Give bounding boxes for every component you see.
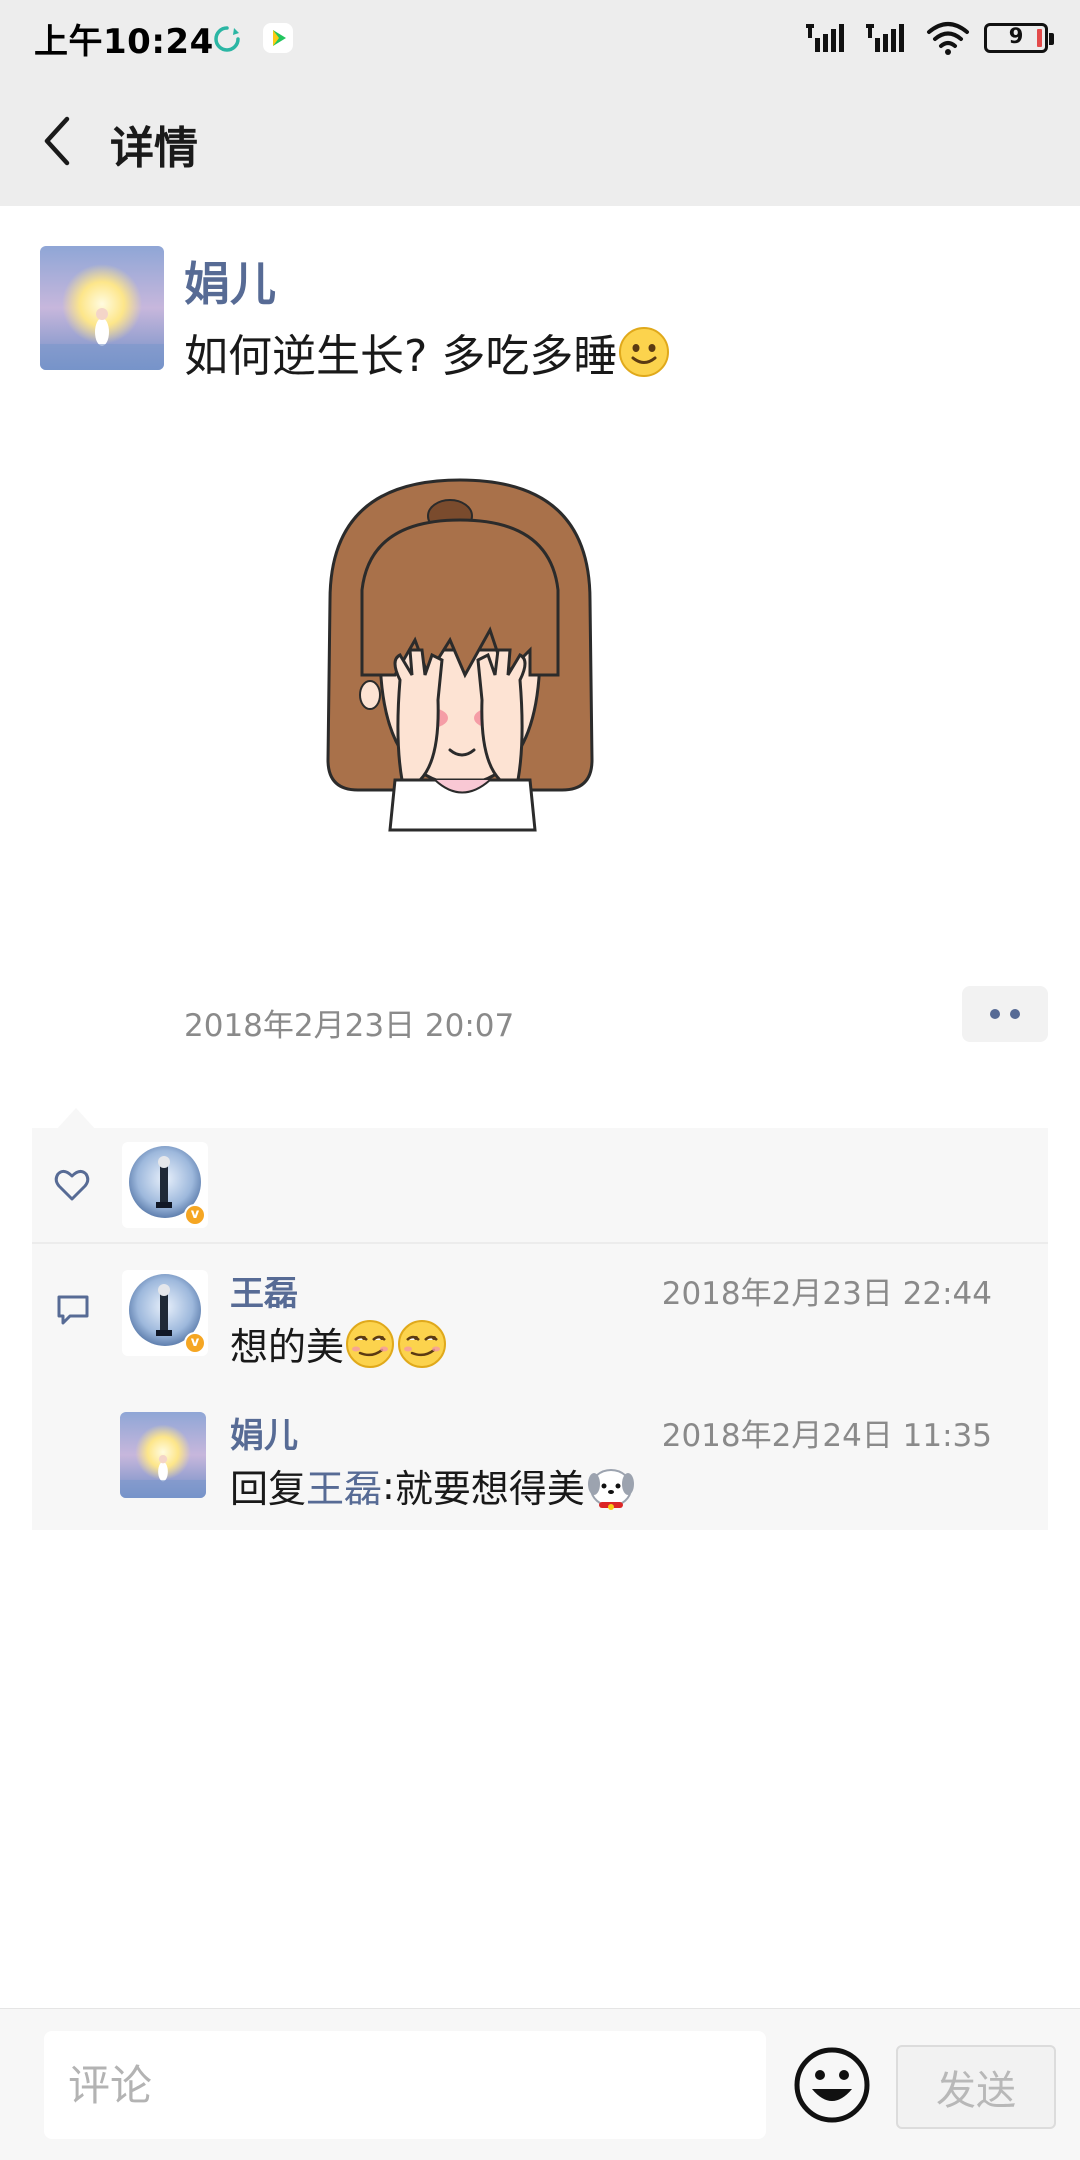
- post-author-name[interactable]: 娟儿: [184, 248, 276, 314]
- battery-level: 9: [1008, 24, 1024, 48]
- more-button[interactable]: [962, 986, 1048, 1042]
- post-text-content: 如何逆生长? 多吃多睡: [184, 331, 618, 382]
- panel-arrow: [56, 1108, 96, 1130]
- send-button[interactable]: 发送: [896, 2045, 1056, 2129]
- reply-separator: :: [382, 1463, 395, 1508]
- header: 详情: [0, 76, 1080, 206]
- status-time: 上午10:24: [34, 22, 214, 62]
- post-time: 2018年2月23日 20:07: [184, 1008, 515, 1044]
- sync-icon: [214, 26, 240, 52]
- page: 上午10:24 9 详情 娟儿 如何逆生长? 多吃多睡 2018年2月23日 2…: [0, 0, 1080, 2160]
- two-dots-icon: [990, 1009, 1000, 1019]
- interaction-panel: v v 王磊 2018年2月23日 22:44 想的美 娟儿 2018年2月24…: [32, 1128, 1048, 1530]
- two-dots-icon: [1010, 1009, 1020, 1019]
- smirk-emoji: [346, 1319, 395, 1368]
- verified-badge-icon: v: [184, 1204, 206, 1226]
- panel-divider: [32, 1242, 1048, 1244]
- signal-icon: [806, 24, 844, 52]
- emoji-button[interactable]: [792, 2045, 872, 2125]
- comment-avatar[interactable]: v: [122, 1270, 208, 1356]
- battery-icon: 9: [984, 23, 1054, 53]
- reply-to-user[interactable]: 王磊: [306, 1458, 382, 1513]
- comment-avatar[interactable]: [120, 1412, 206, 1498]
- smile-emoji: [619, 327, 670, 377]
- avatar-image: [120, 1412, 206, 1498]
- comment-text: 想的美: [230, 1316, 448, 1371]
- signal-icon: [866, 24, 904, 52]
- likes-row: v: [32, 1128, 1048, 1242]
- comment-bubble-icon: [57, 1295, 89, 1325]
- page-title: 详情: [110, 123, 198, 174]
- comment-input-bar: 发送: [0, 2008, 1080, 2160]
- comment-author[interactable]: 王磊: [230, 1266, 298, 1315]
- wifi-icon: [927, 22, 969, 55]
- chevron-left-icon: [44, 116, 70, 166]
- status-bar: 上午10:24 9: [0, 0, 1080, 76]
- comment-text-content: 就要想得美: [394, 1467, 585, 1511]
- post-author-avatar[interactable]: [40, 246, 164, 370]
- avatar-image: [40, 246, 164, 370]
- comment-input[interactable]: [44, 2031, 766, 2139]
- post-image[interactable]: [300, 460, 620, 860]
- reply-prefix: 回复: [230, 1467, 307, 1511]
- smirk-emoji: [398, 1319, 447, 1368]
- back-button[interactable]: [30, 106, 82, 176]
- comment-text: 回复 王磊: 就要想得美: [230, 1458, 637, 1513]
- post-text: 如何逆生长? 多吃多睡: [184, 320, 671, 384]
- comment-author[interactable]: 娟儿: [230, 1408, 298, 1457]
- verified-badge-icon: v: [184, 1332, 206, 1354]
- comment-time: 2018年2月23日 22:44: [661, 1276, 992, 1312]
- status-icons: 9: [806, 18, 1054, 58]
- like-user-avatar[interactable]: v: [122, 1142, 208, 1228]
- comment-text-content: 想的美: [230, 1325, 345, 1369]
- video-app-icon: [263, 23, 293, 53]
- heart-outline-icon: [54, 1169, 90, 1201]
- comment-time: 2018年2月24日 11:35: [661, 1418, 992, 1454]
- puppy-emoji: [587, 1468, 634, 1510]
